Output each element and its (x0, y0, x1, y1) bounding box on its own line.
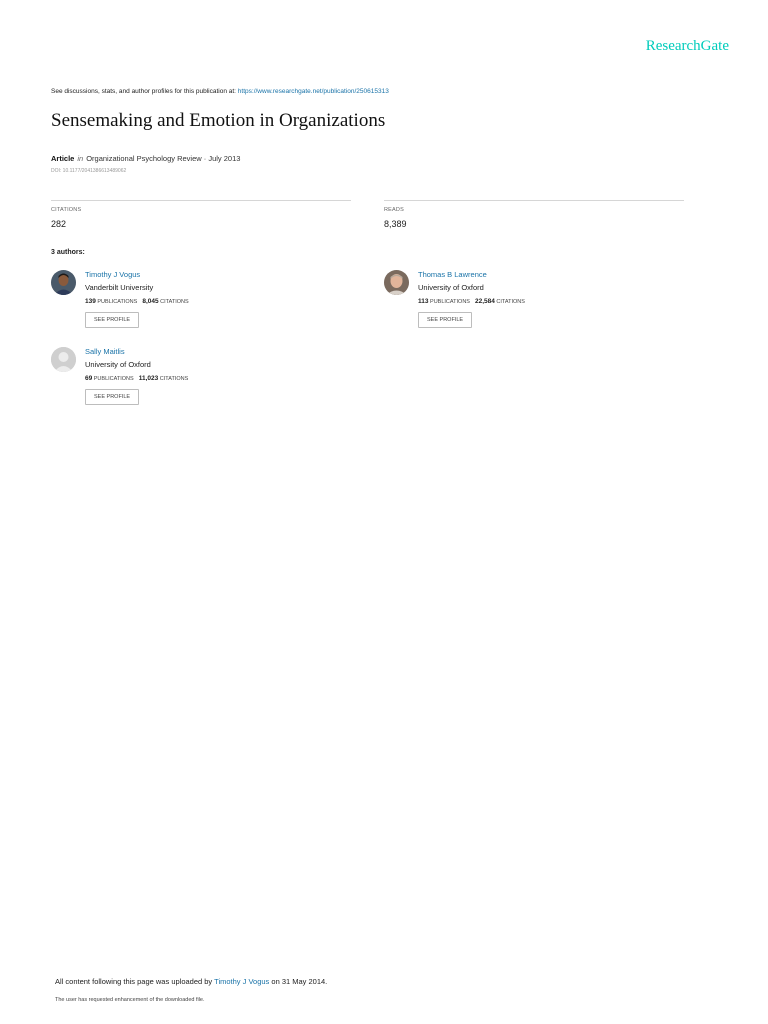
publications-label: PUBLICATIONS (97, 299, 138, 305)
citations-count: 22,584 (474, 298, 495, 305)
see-profile-button[interactable]: SEE PROFILE (85, 389, 140, 405)
avatar[interactable] (384, 270, 409, 295)
publication-url-link[interactable]: https://www.researchgate.net/publication… (238, 88, 389, 95)
in-label: in (77, 154, 84, 163)
author-stats: 113 PUBLICATIONS 22,584 CITATIONS (418, 298, 530, 305)
author-photo-icon (51, 270, 76, 295)
citations-label: CITATIONS (496, 299, 525, 305)
uploader-link[interactable]: Timothy J Vogus (214, 977, 269, 986)
researchgate-logo[interactable]: ResearchGate (646, 38, 729, 55)
author-affiliation: University of Oxford (85, 360, 151, 369)
see-profile-button[interactable]: SEE PROFILE (418, 312, 473, 328)
reads-value: 8,389 (384, 219, 407, 229)
enhancement-note: The user has requested enhancement of th… (55, 997, 205, 1003)
disclaimer: See discussions, stats, and author profi… (51, 88, 389, 95)
author-name-link[interactable]: Timothy J Vogus (85, 270, 194, 279)
author-name-link[interactable]: Thomas B Lawrence (418, 270, 530, 279)
author-stats: 139 PUBLICATIONS 8,045 CITATIONS (85, 298, 194, 305)
doi: DOI: 10.1177/2041386613489062 (51, 168, 127, 174)
upload-note: All content following this page was uplo… (55, 977, 327, 986)
citations-count: 8,045 (142, 298, 159, 305)
publication-meta: Article in Organizational Psychology Revie… (51, 154, 240, 163)
reads-label: READS (384, 207, 404, 213)
avatar[interactable] (51, 347, 76, 372)
publications-count: 113 (418, 298, 429, 305)
citations-value: 282 (51, 219, 67, 229)
author-name-link[interactable]: Sally Maitlis (85, 347, 193, 356)
publications-label: PUBLICATIONS (93, 376, 134, 382)
author-affiliation: Vanderbilt University (85, 283, 154, 292)
reads-stat: READS 8,389 (384, 200, 684, 229)
citations-label: CITATIONS (51, 207, 82, 213)
publication-type: Article (51, 154, 75, 163)
authors-heading: 3 authors: (51, 249, 85, 256)
publications-count: 69 (85, 375, 93, 382)
default-avatar-icon (51, 347, 76, 372)
journal-date: Organizational Psychology Review · July … (86, 154, 241, 163)
avatar[interactable] (51, 270, 76, 295)
citations-stat: CITATIONS 282 (51, 200, 351, 229)
author-stats: 69 PUBLICATIONS 11,023 CITATIONS (85, 375, 193, 382)
upload-suffix: on 31 May 2014. (269, 977, 328, 986)
author-photo-icon (384, 270, 409, 295)
see-profile-button[interactable]: SEE PROFILE (85, 312, 140, 328)
page-title: Sensemaking and Emotion in Organizations (51, 110, 386, 131)
upload-prefix: All content following this page was uplo… (55, 977, 215, 986)
disclaimer-text: See discussions, stats, and author profi… (51, 88, 238, 95)
citations-count: 11,023 (138, 375, 159, 382)
citations-label: CITATIONS (160, 299, 189, 305)
author-affiliation: University of Oxford (418, 283, 484, 292)
publications-count: 139 (85, 298, 96, 305)
citations-label: CITATIONS (159, 376, 189, 382)
publications-label: PUBLICATIONS (430, 299, 470, 305)
